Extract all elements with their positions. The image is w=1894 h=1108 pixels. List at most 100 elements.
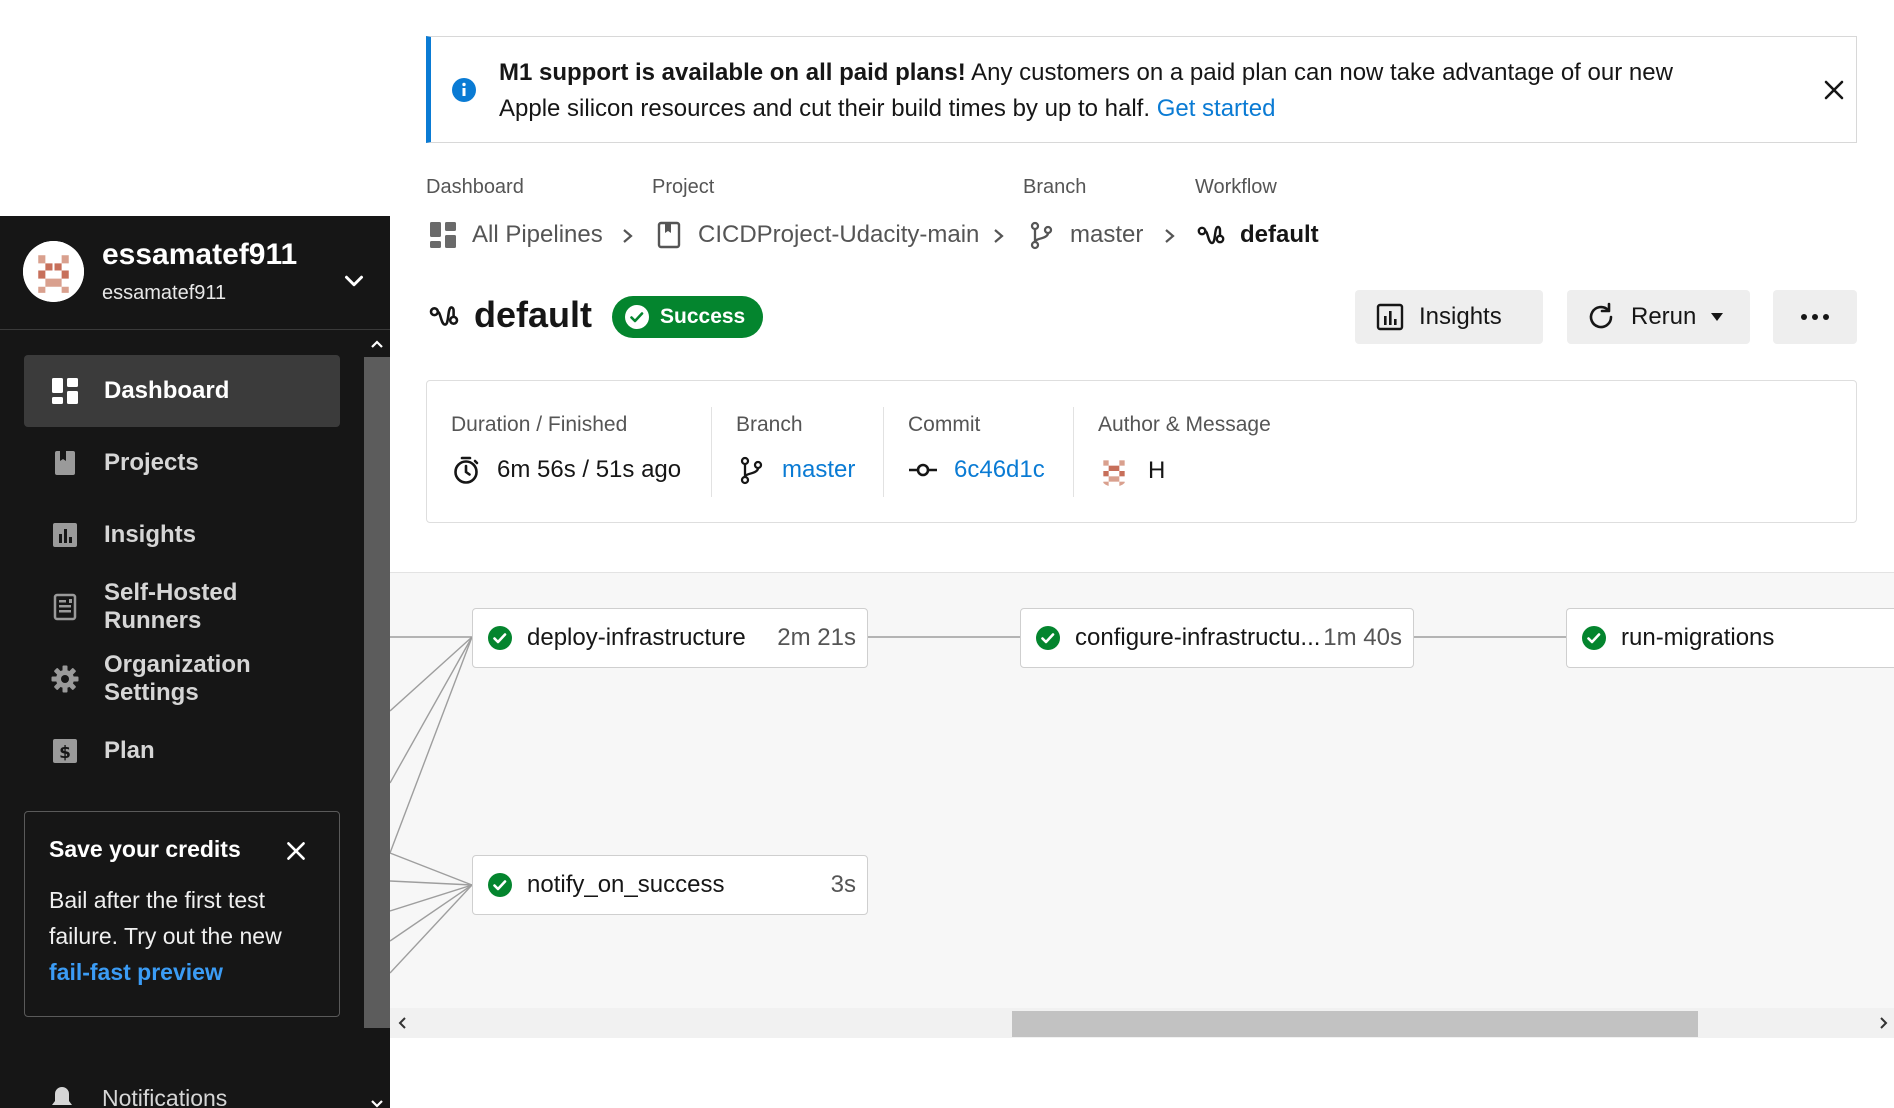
projects-icon xyxy=(50,448,80,478)
workflow-graph: deploy-infrastructure 2m 21s configure-i… xyxy=(390,572,1894,1008)
branch-link[interactable]: master xyxy=(782,456,855,484)
graph-horizontal-scrollbar[interactable] xyxy=(390,1008,1894,1038)
org-name: essamatef911 xyxy=(102,282,227,304)
sidebar-scrollbar-thumb[interactable] xyxy=(364,357,390,1028)
insights-icon xyxy=(1376,303,1404,331)
breadcrumb-workflow[interactable]: default xyxy=(1196,220,1319,250)
scroll-right-icon[interactable] xyxy=(1876,1016,1890,1030)
duration-caption: Duration / Finished xyxy=(451,413,628,436)
more-actions-button[interactable] xyxy=(1773,290,1857,344)
commit-link[interactable]: 6c46d1c xyxy=(954,456,1045,484)
chevron-down-icon[interactable] xyxy=(339,266,369,296)
sidebar-item-label: Projects xyxy=(104,449,199,476)
job-name: configure-infrastructu... xyxy=(1075,624,1321,651)
chevron-right-icon xyxy=(994,229,1004,243)
job-duration: 1m 40s xyxy=(1323,624,1402,651)
sidebar-item-insights[interactable]: Insights xyxy=(24,499,340,571)
sidebar-item-label: Notifications xyxy=(102,1084,228,1108)
duration-value: 6m 56s / 51s ago xyxy=(497,456,682,483)
check-circle-icon xyxy=(625,305,649,329)
breadcrumb-caption-workflow: Workflow xyxy=(1195,176,1277,198)
org-switcher[interactable]: essamatef911 essamatef911 xyxy=(0,216,390,330)
job-card-notify-on-success[interactable]: notify_on_success 3s xyxy=(472,855,868,915)
sidebar-item-self-hosted-runners[interactable]: Self-Hosted Runners xyxy=(24,571,340,643)
divider xyxy=(711,407,712,497)
check-circle-icon xyxy=(1582,626,1606,650)
close-icon[interactable] xyxy=(1823,79,1845,101)
workflow-icon xyxy=(429,306,459,326)
sidebar-item-label: Insights xyxy=(104,521,197,548)
scroll-up-icon[interactable] xyxy=(369,336,385,352)
close-icon[interactable] xyxy=(283,838,309,864)
duration-value-row: 6m 56s / 51s ago xyxy=(451,455,681,485)
credits-card: Save your credits Bail after the first t… xyxy=(24,811,340,1017)
ellipsis-icon xyxy=(1801,314,1829,320)
insights-button[interactable]: Insights xyxy=(1355,290,1543,344)
author-caption: Author & Message xyxy=(1098,413,1271,436)
sidebar-nav: Dashboard Projects Insights Self-Hosted … xyxy=(0,331,390,891)
rerun-button[interactable]: Rerun xyxy=(1567,290,1750,344)
dollar-icon: $ xyxy=(50,736,80,766)
breadcrumb-caption-branch: Branch xyxy=(1023,176,1087,198)
job-name: run-migrations xyxy=(1621,624,1775,651)
breadcrumb-branch[interactable]: master xyxy=(1026,220,1143,250)
status-label: Success xyxy=(660,305,746,328)
branch-value-row[interactable]: master xyxy=(736,455,855,485)
author-value-row: H xyxy=(1098,455,1165,487)
scroll-down-icon[interactable] xyxy=(369,1096,385,1108)
pipeline-info-card: Duration / Finished 6m 56s / 51s ago Bra… xyxy=(426,380,1857,523)
job-card-run-migrations[interactable]: run-migrations xyxy=(1566,608,1894,668)
sidebar-item-label: Self-Hosted Runners xyxy=(104,579,238,634)
rerun-icon xyxy=(1589,302,1613,329)
job-duration: 2m 21s xyxy=(777,624,856,651)
gear-icon xyxy=(50,664,80,694)
page-title: default xyxy=(474,294,593,335)
scroll-left-icon[interactable] xyxy=(396,1016,410,1030)
user-name: essamatef911 xyxy=(102,238,298,271)
credits-body: Bail after the first test failure. Try o… xyxy=(49,882,319,990)
scrollbar-thumb[interactable] xyxy=(1012,1011,1698,1037)
avatar-identicon-icon xyxy=(23,241,84,302)
sidebar-item-label: Dashboard xyxy=(104,377,230,404)
check-circle-icon xyxy=(488,873,512,897)
commit-message: H xyxy=(1148,457,1166,484)
job-card-configure-infrastructure[interactable]: configure-infrastructu... 1m 40s xyxy=(1020,608,1414,668)
sidebar-item-plan[interactable]: $ Plan xyxy=(24,715,340,787)
check-circle-icon xyxy=(1036,626,1060,650)
sidebar-item-organization-settings[interactable]: Organization Settings xyxy=(24,643,340,715)
breadcrumb-project[interactable]: CICDProject-Udacity-main xyxy=(654,220,979,250)
job-card-deploy-infrastructure[interactable]: deploy-infrastructure 2m 21s xyxy=(472,608,868,668)
sidebar-item-projects[interactable]: Projects xyxy=(24,427,340,499)
job-duration: 3s xyxy=(830,871,856,898)
credits-title: Save your credits xyxy=(49,836,241,862)
dashboard-icon xyxy=(428,220,458,250)
banner-headline: M1 support is available on all paid plan… xyxy=(499,59,966,86)
announcement-banner: M1 support is available on all paid plan… xyxy=(426,36,1857,143)
bell-icon xyxy=(52,1087,72,1105)
sidebar-item-dashboard[interactable]: Dashboard xyxy=(24,355,340,427)
rerun-button-label: Rerun xyxy=(1631,303,1697,330)
svg-text:$: $ xyxy=(59,743,71,763)
breadcrumb-label: master xyxy=(1070,221,1144,248)
fail-fast-link[interactable]: fail-fast preview xyxy=(49,959,223,985)
get-started-link[interactable]: Get started xyxy=(1157,95,1276,122)
commit-value-row[interactable]: 6c46d1c xyxy=(908,455,1045,485)
chevron-right-icon xyxy=(623,229,633,243)
avatar xyxy=(23,241,84,302)
page: essamatef911 essamatef911 Dashboard Proj… xyxy=(0,0,1894,1108)
dashboard-icon xyxy=(50,376,80,406)
workflow-icon xyxy=(1196,220,1226,250)
breadcrumb-label: CICDProject-Udacity-main xyxy=(698,221,980,248)
avatar xyxy=(1098,455,1130,487)
commit-icon xyxy=(908,455,938,485)
breadcrumb-label: All Pipelines xyxy=(472,221,603,248)
sidebar: essamatef911 essamatef911 Dashboard Proj… xyxy=(0,216,390,1108)
branch-caption: Branch xyxy=(736,413,803,436)
breadcrumb-caption-project: Project xyxy=(652,176,715,198)
branch-icon xyxy=(1026,220,1056,250)
branch-icon xyxy=(736,455,766,485)
sidebar-item-notifications[interactable]: Notifications xyxy=(48,1084,227,1108)
breadcrumb-all-pipelines[interactable]: All Pipelines xyxy=(428,220,603,250)
status-badge: Success xyxy=(612,296,764,338)
commit-caption: Commit xyxy=(908,413,981,436)
